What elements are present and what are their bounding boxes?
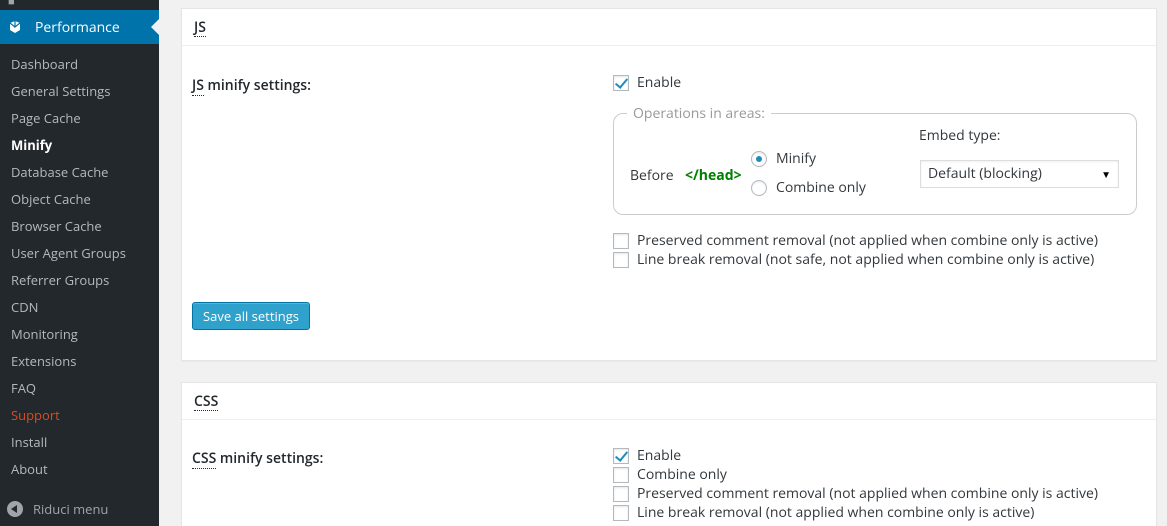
js-preserved-comment-row[interactable]: Preserved comment removal (not applied w… (613, 231, 1098, 250)
css-minify-settings-label: CSS minify settings: (192, 449, 324, 469)
css-combine-only-row[interactable]: Combine only (613, 465, 727, 484)
js-panel-title: JS (194, 18, 206, 37)
css-enable-label: Enable (637, 446, 682, 465)
sidebar-item-performance[interactable]: Performance (0, 10, 159, 44)
panel-title: CSS (182, 383, 1156, 420)
js-line-break-label: Line break removal (not safe, not applie… (637, 250, 1095, 269)
css-preserved-comment-label: Preserved comment removal (not applied w… (637, 484, 1098, 503)
css-enable-row[interactable]: Enable (613, 446, 681, 465)
combine-only-radio[interactable] (751, 179, 767, 196)
collapse-arrow-icon (7, 501, 23, 517)
css-settings-panel: CSS CSS minify settings: Enable Combine … (181, 382, 1157, 526)
sidebar-item-minify[interactable]: Minify (0, 132, 159, 159)
js-enable-label: Enable (637, 73, 682, 92)
minify-radio-label: Minify (776, 149, 816, 168)
css-abbr: CSS (192, 449, 217, 469)
sidebar-item-label: Performance (35, 17, 120, 37)
css-combine-only-checkbox[interactable] (613, 466, 629, 483)
previous-menu-item[interactable]: ■ (0, 0, 159, 10)
current-menu-arrow (151, 19, 159, 35)
combine-only-radio-label: Combine only (776, 178, 866, 197)
sidebar-item-referrer-groups[interactable]: Referrer Groups (0, 267, 159, 294)
operations-legend: Operations in areas: (627, 104, 771, 123)
before-label: Before (630, 166, 674, 185)
sidebar-item-cdn[interactable]: CDN (0, 294, 159, 321)
css-combine-only-label: Combine only (637, 465, 727, 484)
head-tag-label: </head> (685, 166, 742, 185)
sidebar-item-faq[interactable]: FAQ (0, 375, 159, 402)
performance-submenu: Dashboard General Settings Page Cache Mi… (0, 51, 159, 483)
sidebar-item-install[interactable]: Install (0, 429, 159, 456)
panel-title: JS (182, 9, 1156, 46)
minify-radio[interactable] (751, 150, 767, 167)
admin-sidebar: ■ Performance Dashboard General Settings… (0, 0, 159, 526)
js-settings-panel: JS JS minify settings: Enable Operations… (181, 8, 1157, 361)
operations-in-areas-fieldset: Operations in areas: Embed type: Before … (613, 104, 1137, 215)
css-line-break-row[interactable]: Line break removal (not applied when com… (613, 503, 1034, 522)
js-line-break-row[interactable]: Line break removal (not safe, not applie… (613, 250, 1094, 269)
collapse-menu-button[interactable]: Riduci menu (0, 492, 159, 526)
sidebar-item-monitoring[interactable]: Monitoring (0, 321, 159, 348)
chevron-down-icon: ▼ (1101, 167, 1111, 181)
css-preserved-comment-checkbox[interactable] (613, 485, 629, 502)
sidebar-item-extensions[interactable]: Extensions (0, 348, 159, 375)
js-line-break-checkbox[interactable] (613, 251, 629, 268)
js-preserved-comment-label: Preserved comment removal (not applied w… (637, 231, 1098, 250)
css-enable-checkbox[interactable] (613, 447, 629, 464)
embed-type-value: Default (blocking) (928, 164, 1042, 183)
sidebar-item-about[interactable]: About (0, 456, 159, 483)
collapse-menu-label: Riduci menu (33, 500, 109, 518)
radio-minify-row[interactable]: Minify (751, 149, 816, 168)
sidebar-item-general-settings[interactable]: General Settings (0, 78, 159, 105)
css-line-break-label: Line break removal (not applied when com… (637, 503, 1035, 522)
sidebar-item-dashboard[interactable]: Dashboard (0, 51, 159, 78)
js-minify-settings-label: JS minify settings: (192, 76, 311, 96)
css-line-break-checkbox[interactable] (613, 504, 629, 521)
sidebar-item-browser-cache[interactable]: Browser Cache (0, 213, 159, 240)
menu-icon: ■ (8, 0, 15, 9)
js-preserved-comment-checkbox[interactable] (613, 232, 629, 249)
performance-icon (7, 19, 23, 35)
sidebar-item-user-agent-groups[interactable]: User Agent Groups (0, 240, 159, 267)
sidebar-item-object-cache[interactable]: Object Cache (0, 186, 159, 213)
js-abbr: JS (192, 76, 204, 96)
save-all-settings-button[interactable]: Save all settings (192, 302, 310, 330)
radio-combine-row[interactable]: Combine only (751, 178, 866, 197)
embed-type-label: Embed type: (919, 126, 1001, 145)
js-enable-checkbox[interactable] (613, 74, 629, 91)
sidebar-item-page-cache[interactable]: Page Cache (0, 105, 159, 132)
setting-label-text: minify settings: (216, 449, 324, 468)
embed-type-select[interactable]: Default (blocking) ▼ (920, 160, 1119, 188)
css-panel-title: CSS (194, 392, 219, 411)
setting-label-text: minify settings: (203, 76, 311, 95)
js-enable-row[interactable]: Enable (613, 73, 681, 92)
sidebar-item-support[interactable]: Support (0, 402, 159, 429)
sidebar-item-database-cache[interactable]: Database Cache (0, 159, 159, 186)
css-preserved-comment-row[interactable]: Preserved comment removal (not applied w… (613, 484, 1098, 503)
